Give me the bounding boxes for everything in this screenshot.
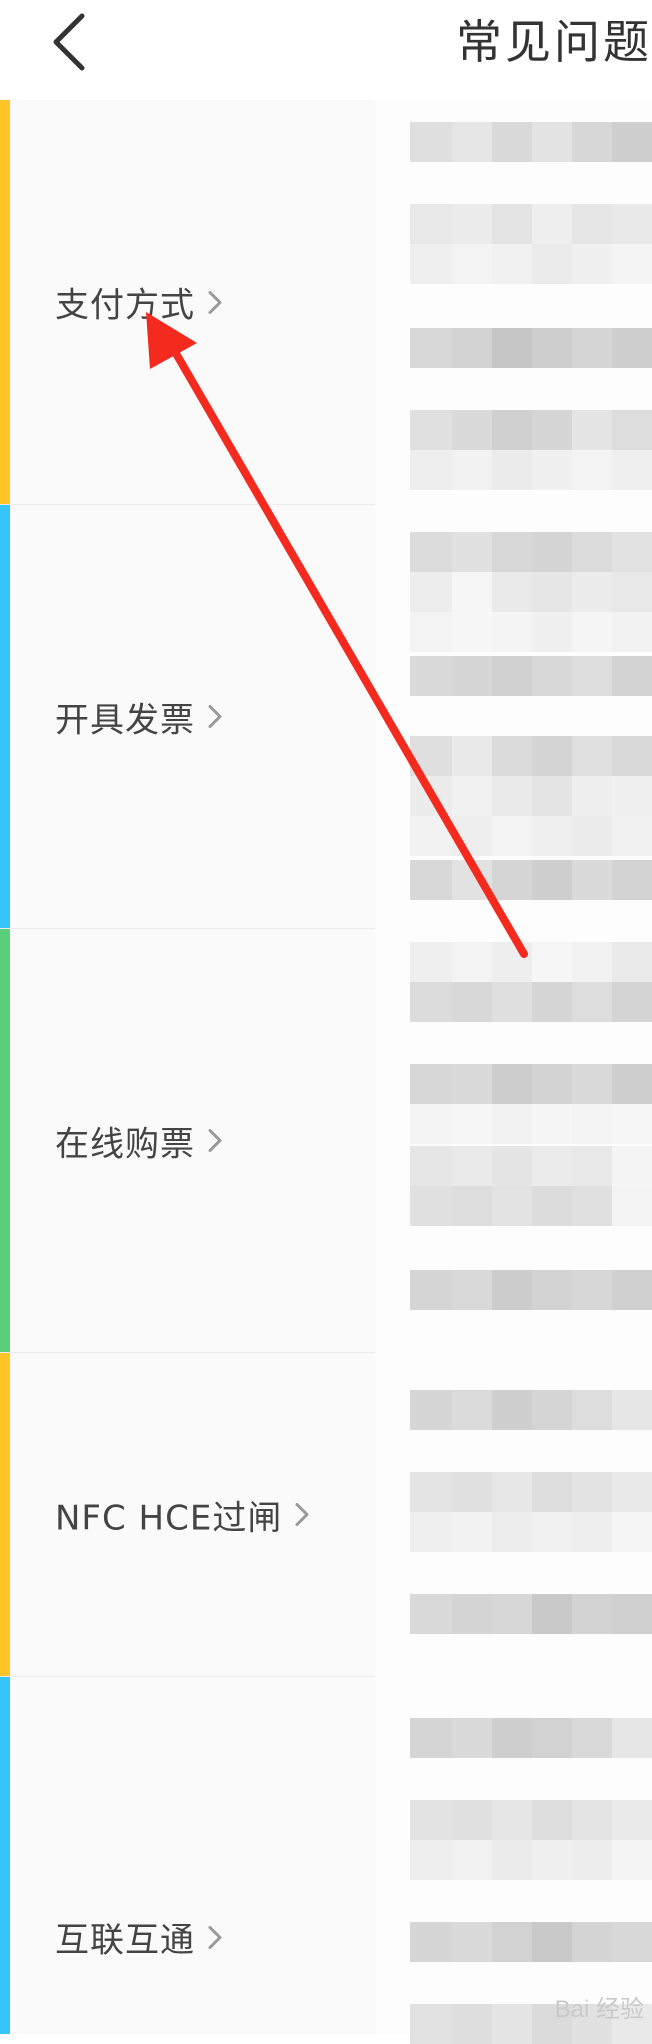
faq-row[interactable] xyxy=(410,1800,652,1840)
faq-row[interactable] xyxy=(410,532,652,572)
sidebar-item-interconnect[interactable]: 互联互通 xyxy=(0,1677,375,2034)
faq-row[interactable] xyxy=(410,736,652,776)
faq-row[interactable] xyxy=(410,204,652,244)
sidebar-item-content: NFC HCE过闸 xyxy=(55,1490,310,1539)
sidebar-item-label: 在线购票 xyxy=(55,1124,195,1164)
sidebar-item-content: 开具发票 xyxy=(55,692,223,741)
accent-bar xyxy=(0,505,10,928)
faq-row[interactable] xyxy=(410,942,652,982)
watermark: Bai 经验 xyxy=(554,1996,644,2023)
faq-row[interactable] xyxy=(410,1594,652,1634)
faq-row[interactable] xyxy=(410,1064,652,1104)
accent-bar xyxy=(0,929,10,1352)
chevron-right-icon xyxy=(208,1129,222,1152)
chevron-right-icon xyxy=(295,1503,309,1526)
sidebar-item-label: 开具发票 xyxy=(55,700,195,740)
page-title: 常见问题 xyxy=(456,15,652,69)
faq-row[interactable] xyxy=(410,1512,652,1552)
sidebar-item-content: 互联互通 xyxy=(55,1913,223,1962)
faq-row[interactable] xyxy=(410,244,652,284)
sidebar-item-online-ticket[interactable]: 在线购票 xyxy=(0,929,375,1353)
faq-row[interactable] xyxy=(410,1146,652,1186)
faq-row[interactable] xyxy=(410,1186,652,1226)
accent-bar xyxy=(0,1677,10,2034)
faq-row[interactable] xyxy=(410,1104,652,1144)
faq-row[interactable] xyxy=(410,776,652,816)
header-bar: 常见问题 xyxy=(0,0,652,100)
faq-row[interactable] xyxy=(410,860,652,900)
sidebar-item-content: 支付方式 xyxy=(55,278,223,327)
faq-row[interactable] xyxy=(410,612,652,652)
faq-row[interactable] xyxy=(410,816,652,856)
sidebar-item-label: 支付方式 xyxy=(55,285,195,326)
faq-row[interactable] xyxy=(410,1922,652,1962)
faq-row[interactable] xyxy=(410,1270,652,1310)
faq-list-pixelated xyxy=(375,100,652,2044)
chevron-right-icon xyxy=(208,1925,222,1949)
accent-bar xyxy=(0,100,10,504)
faq-row[interactable] xyxy=(410,1840,652,1880)
sidebar-item-content: 在线购票 xyxy=(55,1116,223,1165)
faq-row[interactable] xyxy=(410,450,652,490)
sidebar-item-label: NFC HCE过闸 xyxy=(55,1498,283,1538)
chevron-left-icon[interactable] xyxy=(44,12,94,72)
faq-row[interactable] xyxy=(410,572,652,612)
category-sidebar: 支付方式 开具发票 在线购票 NFC HCE过闸 互联互通 xyxy=(0,100,375,2034)
faq-row[interactable] xyxy=(410,656,652,696)
faq-row[interactable] xyxy=(410,1390,652,1430)
chevron-right-icon xyxy=(208,705,222,728)
sidebar-item-payment[interactable]: 支付方式 xyxy=(0,100,375,505)
faq-row[interactable] xyxy=(410,328,652,368)
sidebar-item-invoice[interactable]: 开具发票 xyxy=(0,505,375,929)
faq-row[interactable] xyxy=(410,1472,652,1512)
faq-row[interactable] xyxy=(410,982,652,1022)
sidebar-item-label: 互联互通 xyxy=(55,1920,195,1961)
chevron-right-icon xyxy=(208,290,222,314)
faq-row[interactable] xyxy=(410,122,652,162)
faq-row[interactable] xyxy=(410,1718,652,1758)
accent-bar xyxy=(0,1353,10,1676)
faq-row[interactable] xyxy=(410,410,652,450)
sidebar-item-nfc-hce[interactable]: NFC HCE过闸 xyxy=(0,1353,375,1677)
